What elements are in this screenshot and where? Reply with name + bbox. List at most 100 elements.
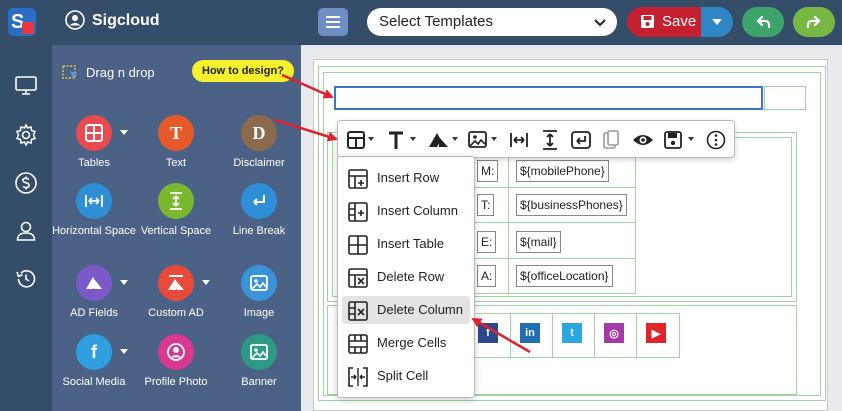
menu-item-label: Delete Column: [377, 302, 463, 317]
text-icon: T: [158, 115, 194, 151]
banner-icon: [241, 334, 277, 370]
grid-divider: [474, 258, 636, 259]
instagram-icon[interactable]: ◎: [604, 323, 624, 343]
tables-icon: [76, 115, 112, 151]
menu-item-label: Merge Cells: [377, 335, 447, 350]
image-icon[interactable]: [468, 129, 488, 151]
tool-profile-photo[interactable]: Profile Photo: [134, 334, 218, 389]
table-icon[interactable]: [347, 129, 365, 151]
redo-icon: [806, 15, 821, 29]
undo-button[interactable]: [742, 7, 784, 37]
grid-divider: [474, 187, 636, 188]
history-icon[interactable]: [14, 267, 38, 291]
horizontal-space-icon[interactable]: [509, 129, 529, 151]
tool-horizontal-space[interactable]: Horizontal Space: [52, 183, 136, 238]
paste-icon[interactable]: [602, 129, 620, 151]
twitter-icon[interactable]: t: [562, 323, 582, 343]
tool-ad-fields[interactable]: AD Fields: [52, 265, 136, 320]
tool-label: Line Break: [232, 225, 286, 237]
tool-label: AD Fields: [70, 307, 118, 319]
menu-item-label: Insert Table: [377, 236, 444, 251]
user-icon[interactable]: [14, 219, 38, 243]
address-value[interactable]: ${officeLocation}: [516, 265, 613, 287]
delete-column-icon: [348, 301, 368, 321]
tool-tables[interactable]: Tables: [52, 115, 136, 170]
desktop-icon[interactable]: [14, 73, 38, 97]
sigcloud-logo: S: [8, 8, 36, 36]
user-avatar-icon[interactable]: [65, 10, 85, 30]
facebook-icon[interactable]: f: [478, 323, 498, 343]
selected-cell[interactable]: [334, 86, 763, 110]
text-format-icon[interactable]: [388, 129, 404, 151]
tool-text[interactable]: T Text: [134, 115, 218, 170]
insert-row-icon: [348, 169, 368, 189]
gear-icon[interactable]: [14, 123, 38, 147]
undo-icon: [756, 15, 771, 29]
save-icon[interactable]: [664, 129, 682, 151]
caret-down-icon: [688, 137, 694, 141]
ad-fields-icon[interactable]: [428, 129, 450, 151]
how-to-design-button[interactable]: How to design?: [192, 60, 294, 82]
caret-down-icon: [452, 137, 458, 141]
menu-item-label: Insert Column: [377, 203, 458, 218]
youtube-icon[interactable]: ▶: [646, 323, 666, 343]
grid-divider: [474, 222, 636, 223]
tool-disclaimer[interactable]: D Disclaimer: [217, 115, 301, 170]
redo-button[interactable]: [793, 7, 835, 37]
linkedin-icon[interactable]: in: [520, 323, 540, 343]
caret-down-icon: [410, 137, 416, 141]
tool-label: Social Media: [62, 376, 126, 388]
email-value[interactable]: ${mail}: [516, 231, 561, 253]
vertical-space-icon[interactable]: [541, 129, 559, 151]
tool-label: Disclaimer: [233, 157, 285, 169]
menu-item-insert-row[interactable]: Insert Row: [342, 164, 470, 192]
top-bar: S Sigcloud Select Templates Save: [0, 0, 842, 45]
menu-item-delete-row[interactable]: Delete Row: [342, 263, 470, 291]
phone-value[interactable]: ${businessPhones}: [516, 194, 627, 216]
caret-down-icon: [491, 137, 497, 141]
menu-item-insert-table[interactable]: Insert Table: [342, 230, 470, 258]
menu-item-label: Insert Row: [377, 170, 440, 185]
tool-social-media[interactable]: f Social Media: [52, 334, 136, 389]
tool-label: Tables: [78, 157, 110, 169]
tool-banner[interactable]: Banner: [217, 334, 301, 389]
grid-divider: [636, 313, 637, 358]
tool-vertical-space[interactable]: Vertical Space: [134, 183, 218, 238]
save-dropdown-button[interactable]: [701, 7, 733, 37]
eye-icon[interactable]: [632, 129, 654, 151]
dollar-circle-icon[interactable]: [14, 171, 38, 195]
menu-button[interactable]: [318, 8, 348, 36]
menu-item-split-cell[interactable]: Split Cell: [342, 362, 470, 390]
tool-line-break[interactable]: Line Break: [217, 183, 301, 238]
tool-custom-ad[interactable]: Custom AD: [134, 265, 218, 320]
vertical-space-icon: [158, 183, 194, 219]
grid-divider: [510, 313, 511, 358]
menu-item-insert-column[interactable]: Insert Column: [342, 197, 470, 225]
table-cell[interactable]: [764, 86, 806, 110]
line-break-icon[interactable]: [571, 129, 591, 151]
tool-label: Custom AD: [148, 307, 204, 319]
grid-divider: [552, 313, 553, 358]
template-select[interactable]: Select Templates: [367, 8, 617, 36]
address-label: A:: [477, 265, 497, 287]
more-options-icon[interactable]: [706, 129, 726, 151]
phone-label: T:: [477, 194, 495, 216]
left-rail: [0, 45, 52, 411]
menu-item-merge-cells[interactable]: Merge Cells: [342, 329, 470, 357]
save-label: Save: [662, 13, 697, 30]
mobile-value[interactable]: ${mobilePhone}: [516, 160, 609, 182]
custom-ad-icon: [158, 265, 194, 301]
merge-cells-icon: [348, 334, 368, 354]
tool-image[interactable]: Image: [217, 265, 301, 320]
caret-down-icon: [368, 137, 374, 141]
grid-divider: [508, 154, 509, 294]
tool-label: Banner: [241, 376, 277, 388]
save-button[interactable]: Save: [627, 7, 701, 37]
format-toolbar: [337, 120, 735, 158]
image-icon: [241, 265, 277, 301]
delete-row-icon: [348, 268, 368, 288]
side-panel: Drag n drop How to design? Tables T Text…: [52, 45, 301, 411]
caret-down-icon: [712, 19, 722, 25]
email-label: E:: [477, 231, 497, 253]
menu-item-delete-column[interactable]: Delete Column: [342, 296, 470, 324]
